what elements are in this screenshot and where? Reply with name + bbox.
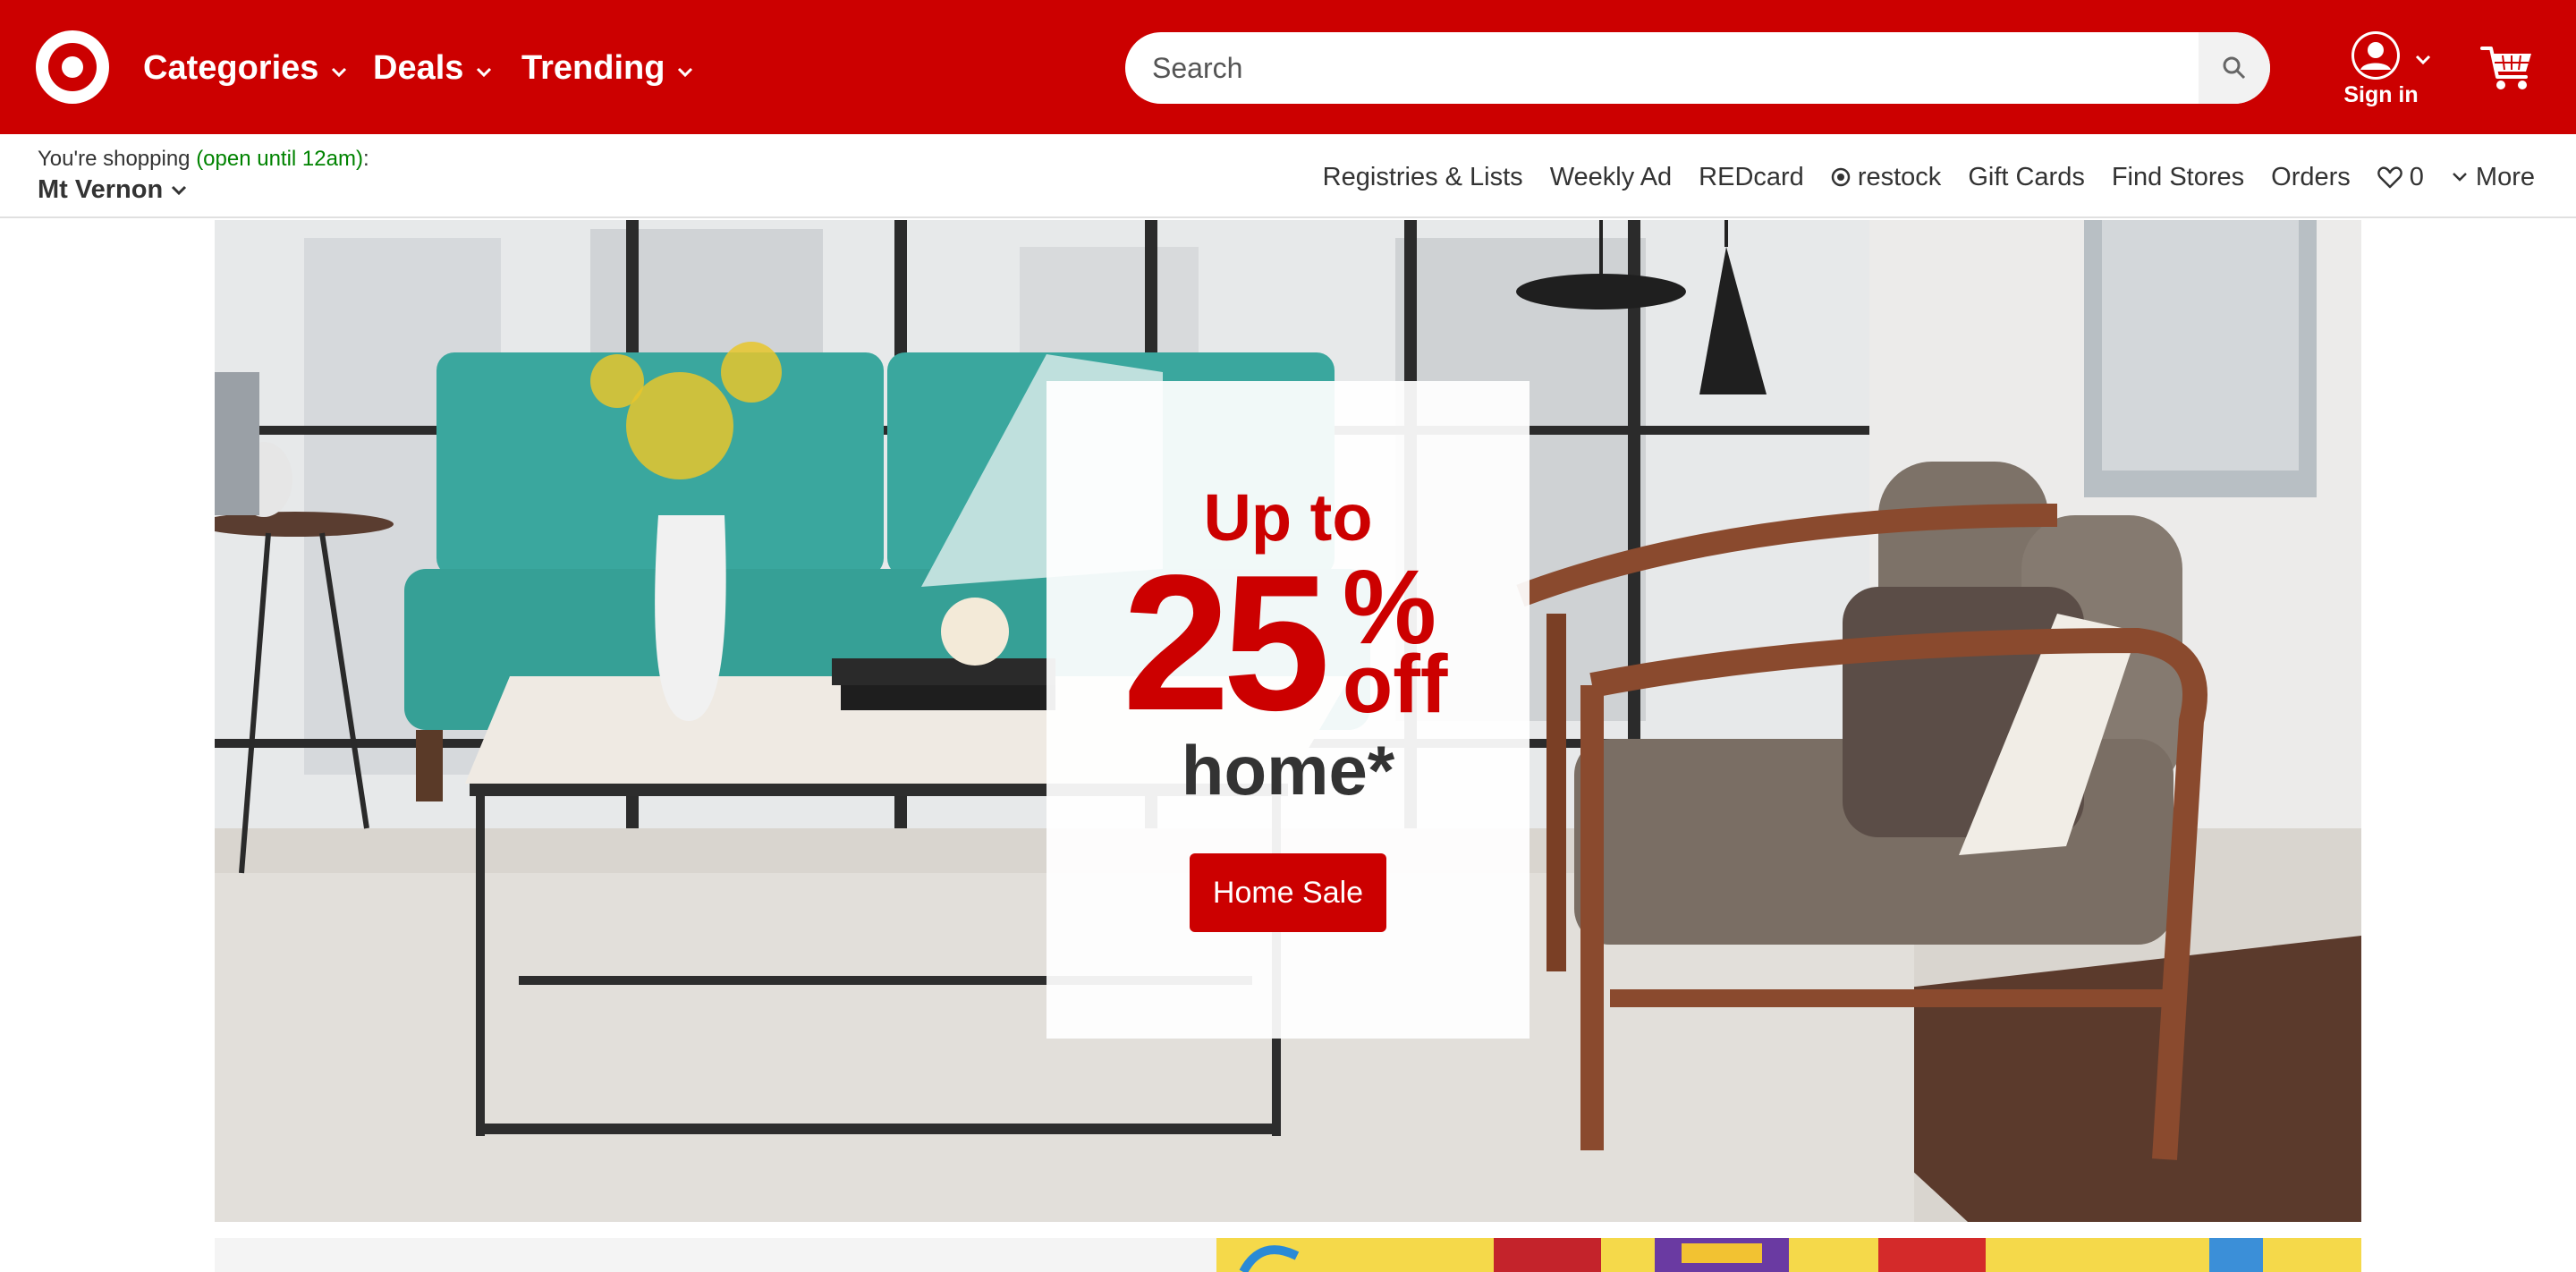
redcard-label: REDcard <box>1699 162 1804 191</box>
find-stores-link[interactable]: Find Stores <box>2112 163 2244 192</box>
search-bar <box>1125 32 2270 104</box>
chevron-down-icon <box>678 67 693 78</box>
target-logo[interactable] <box>36 30 109 104</box>
search-icon <box>2223 56 2246 80</box>
next-promo-banner[interactable] <box>215 1238 2361 1272</box>
open-status: (open until 12am) <box>196 147 363 171</box>
cart-icon <box>2480 47 2531 89</box>
nav-deals[interactable]: Deals <box>373 45 494 91</box>
shopping-status: You're shopping (open until 12am): <box>38 147 369 172</box>
cart-button[interactable] <box>2479 39 2535 95</box>
orders-link[interactable]: Orders <box>2271 163 2351 192</box>
more-menu[interactable]: More <box>2451 163 2535 192</box>
search-button[interactable] <box>2199 32 2270 104</box>
redcard-link[interactable]: REDcard <box>1699 163 1804 192</box>
nav-categories[interactable]: Categories <box>143 45 349 91</box>
top-header: Categories Deals Trending Sign in <box>0 0 2576 134</box>
store-info: You're shopping (open until 12am): Mt Ve… <box>38 147 369 205</box>
weekly-ad-label: Weekly Ad <box>1549 162 1673 191</box>
chevron-down-icon <box>332 67 347 78</box>
chevron-down-icon <box>172 185 187 195</box>
restock-label: restock <box>1857 162 1942 191</box>
store-selector[interactable]: Mt Vernon <box>38 175 369 205</box>
chevron-down-icon <box>477 67 492 78</box>
utility-nav: Registries & Lists Weekly Ad REDcard res… <box>1323 159 2535 195</box>
promo-discount-number: 25 <box>1123 534 1330 750</box>
sign-in-label: Sign in <box>2343 82 2419 107</box>
registries-label: Registries & Lists <box>1322 162 1523 191</box>
shopping-prefix: You're shopping <box>38 147 197 171</box>
nav-trending[interactable]: Trending <box>521 45 695 91</box>
promo-off-label: off <box>1343 639 1448 730</box>
home-sale-button[interactable]: Home Sale <box>1190 853 1386 932</box>
utility-bar: You're shopping (open until 12am): Mt Ve… <box>0 134 2576 218</box>
search-input[interactable] <box>1125 32 2199 104</box>
favorites-link[interactable]: 0 <box>2377 163 2424 192</box>
gift-cards-link[interactable]: Gift Cards <box>1968 163 2085 192</box>
orders-label: Orders <box>2271 162 2351 191</box>
chevron-down-icon <box>2415 55 2431 65</box>
promo-category: home* <box>1181 731 1395 810</box>
hero-banner[interactable]: Up to 25 % off home* Home Sale <box>215 220 2361 1222</box>
nav-trending-label: Trending <box>521 48 665 87</box>
shopping-suffix: : <box>362 147 369 171</box>
heart-icon <box>2377 166 2402 189</box>
favorites-count: 0 <box>2409 162 2424 191</box>
promo-card: Up to 25 % off home* Home Sale <box>1046 381 1530 1039</box>
nav-deals-label: Deals <box>373 48 464 87</box>
school-supplies-photo <box>215 1238 2361 1272</box>
nav-categories-label: Categories <box>143 48 319 87</box>
more-label: More <box>2475 162 2535 191</box>
restock-bullseye-icon <box>1831 167 1851 187</box>
user-avatar-icon <box>2351 31 2400 80</box>
registries-link[interactable]: Registries & Lists <box>1323 163 1523 192</box>
store-name: Mt Vernon <box>38 175 164 204</box>
weekly-ad-link[interactable]: Weekly Ad <box>1550 163 1672 192</box>
gift-cards-label: Gift Cards <box>1968 162 2085 191</box>
account-sign-in[interactable]: Sign in <box>2340 29 2431 111</box>
promo-discount: 25 % off <box>1123 534 1480 750</box>
restock-link[interactable]: restock <box>1831 163 1941 192</box>
find-stores-label: Find Stores <box>2111 162 2245 191</box>
chevron-down-icon <box>2453 173 2467 182</box>
